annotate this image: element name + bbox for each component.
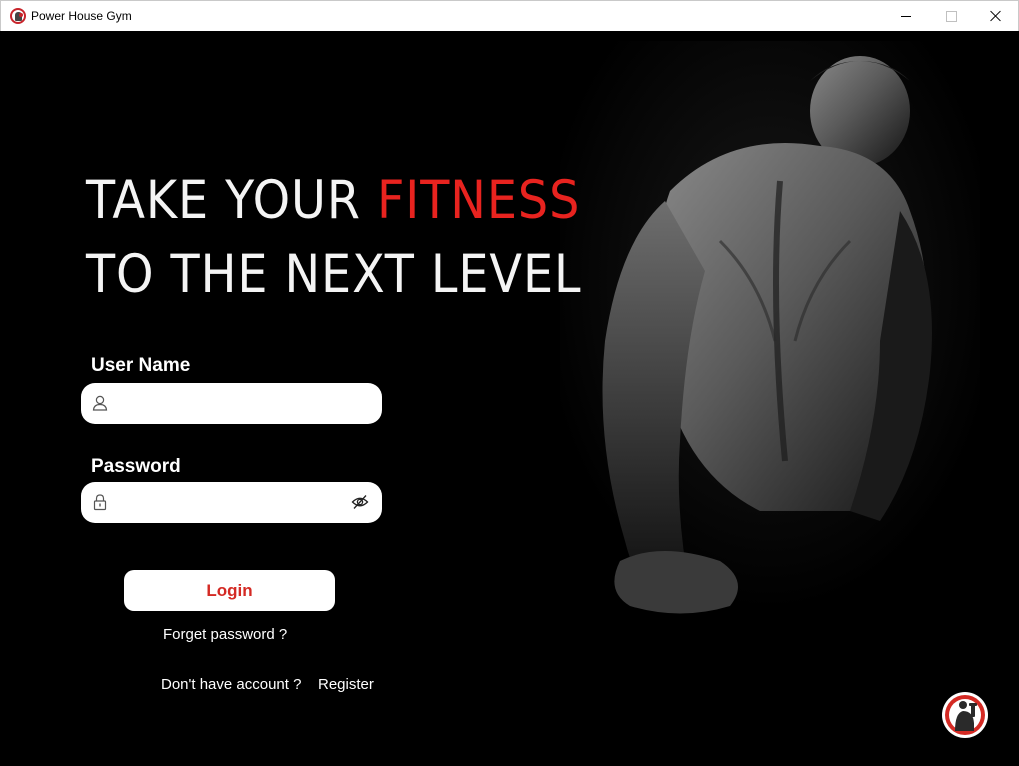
title-bar: Power House Gym: [0, 0, 1019, 31]
app-logo-icon: [10, 8, 26, 24]
password-field[interactable]: [81, 482, 382, 523]
user-icon: [92, 395, 108, 411]
hero-headline-line2: TO THE NEXT LEVEL: [86, 244, 582, 305]
password-label: Password: [91, 456, 181, 477]
hero-headline-line1: TAKE YOUR FITNESS: [86, 174, 580, 227]
username-label: User Name: [91, 355, 191, 376]
login-button[interactable]: Login: [124, 570, 335, 611]
maximize-button[interactable]: [928, 1, 974, 32]
hero-headline-text: TAKE YOUR: [86, 170, 377, 231]
no-account-text: Don't have account ?: [161, 676, 302, 693]
eye-slash-icon[interactable]: [351, 493, 369, 511]
gym-logo-icon: [942, 692, 988, 738]
close-button[interactable]: [973, 1, 1019, 32]
username-field[interactable]: [81, 383, 382, 424]
password-input[interactable]: [115, 488, 340, 517]
username-input[interactable]: [115, 389, 340, 418]
minimize-button[interactable]: [883, 1, 929, 32]
lock-icon: [93, 494, 107, 511]
window-title: Power House Gym: [31, 9, 132, 23]
register-link[interactable]: Register: [318, 676, 374, 693]
athlete-image: [560, 41, 980, 641]
forget-password-link[interactable]: Forget password ?: [163, 626, 287, 643]
hero-headline-accent: FITNESS: [376, 170, 581, 231]
login-screen: TAKE YOUR FITNESS TO THE NEXT LEVEL User…: [0, 31, 1019, 766]
